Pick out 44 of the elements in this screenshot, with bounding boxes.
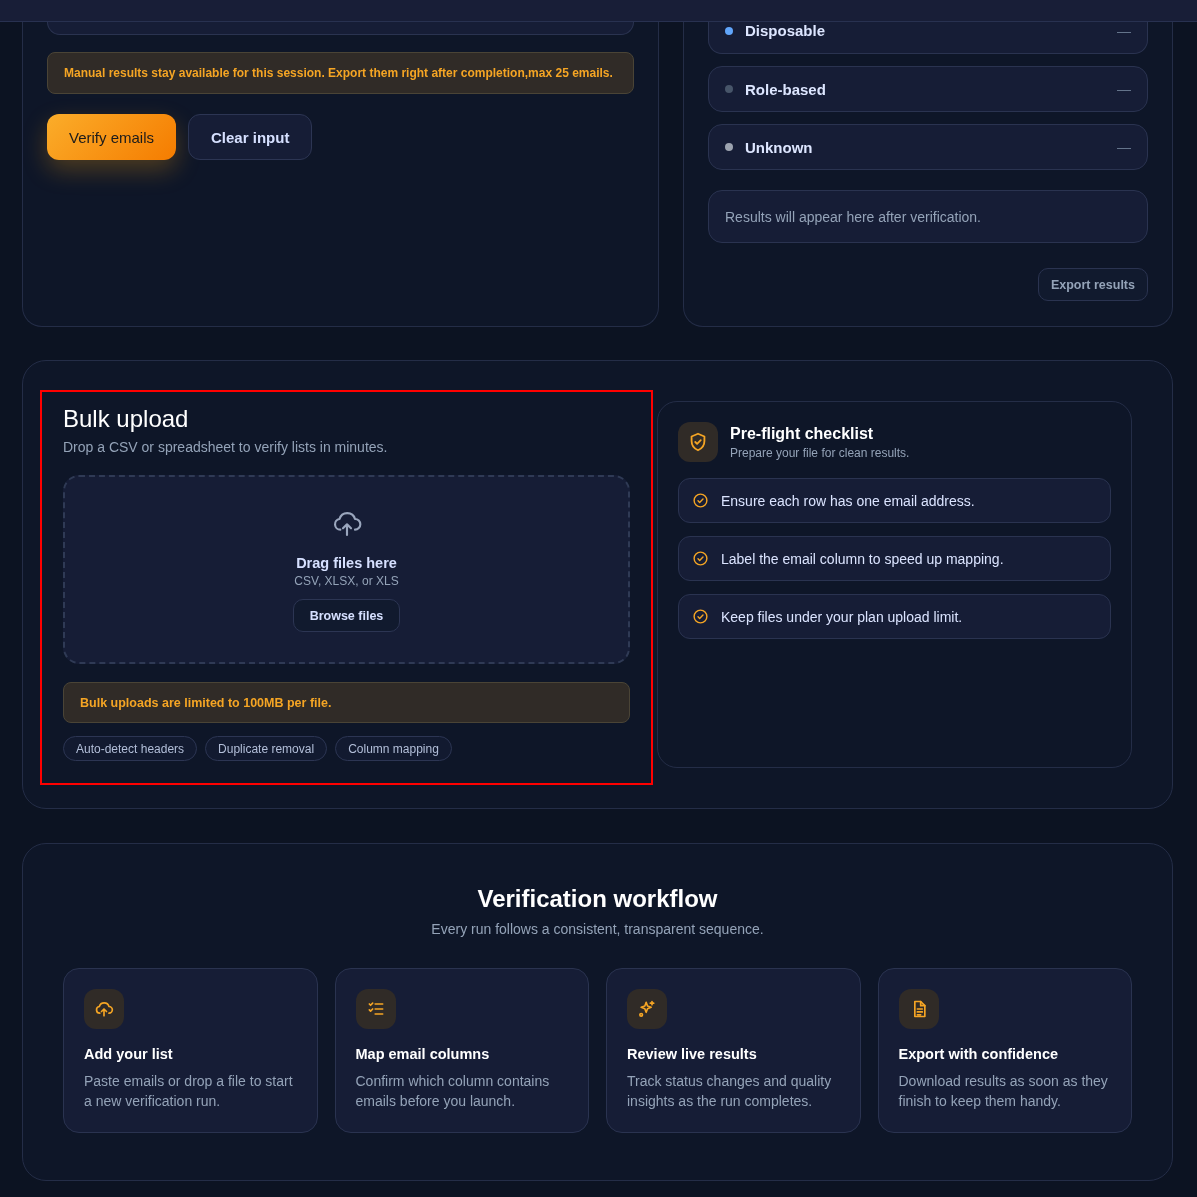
status-value: — (1117, 139, 1131, 155)
file-formats: CSV, XLSX, or XLS (294, 574, 399, 588)
check-circle-icon (692, 492, 709, 509)
clear-button[interactable]: Clear input (188, 114, 313, 160)
status-label: Role-based (745, 80, 827, 98)
section-subtitle: Drop a CSV or spreadsheet to verify lists in minutes. (63, 439, 389, 455)
status-label: Unknown (745, 138, 814, 156)
step-title: Review live results (627, 1046, 758, 1062)
feature-tag: Column mapping (335, 736, 452, 761)
feature-tag: Duplicate removal (205, 736, 328, 761)
step-title: Export with confidence (898, 1046, 1059, 1062)
browse-button[interactable]: Browse files (292, 599, 401, 632)
step-description: Track status changes and quality insights as the run completes. (627, 1072, 833, 1111)
checklist-subtitle: Prepare your file for clean results. (730, 445, 910, 460)
status-value: — (1117, 81, 1131, 97)
notice-text: Bulk uploads are limited to 100MB per file. (63, 682, 630, 723)
cloud-upload-icon (84, 989, 124, 1029)
step-description: Confirm which column contains emails before you launch. (355, 1072, 551, 1111)
document-icon (898, 989, 939, 1029)
drop-zone[interactable]: Drag files here CSV, XLSX, or XLS Browse files (63, 475, 630, 664)
checklist-text: Ensure each row has one email address. (721, 492, 975, 509)
empty-results-message: Results will appear here after verification. (708, 190, 1148, 243)
step-title: Map email columns (355, 1046, 491, 1062)
checklist-icon (355, 989, 396, 1029)
section-title: Verification workflow (477, 884, 718, 914)
check-circle-icon (692, 608, 709, 625)
drop-zone-title: Drag files here (296, 555, 397, 571)
section-subtitle: Every run follows a consistent, transparent sequence. (431, 921, 764, 937)
checklist-title: Pre-flight checklist (730, 424, 875, 443)
checklist-text: Label the email column to speed up mapping. (721, 550, 1004, 567)
shield-check-icon (678, 422, 718, 462)
notice-text: Manual results stay available for this session. Export them right after completion,max 25 emails. (47, 52, 634, 94)
export-button[interactable]: Export results (1037, 268, 1148, 301)
checklist-text: Keep files under your plan upload limit. (721, 608, 963, 625)
verify-button[interactable]: Verify emails (47, 114, 177, 160)
step-description: Download results as soon as they finish to keep them handy. (898, 1072, 1109, 1111)
section-title: Bulk upload (63, 404, 190, 434)
sparkle-icon (627, 989, 667, 1029)
step-title: Add your list (84, 1046, 174, 1062)
status-label: Disposable (745, 22, 827, 39)
status-value: — (1117, 22, 1131, 39)
check-circle-icon (692, 550, 709, 567)
feature-tag: Auto-detect headers (63, 736, 198, 761)
step-description: Paste emails or drop a file to start a new verification run. (84, 1072, 294, 1111)
